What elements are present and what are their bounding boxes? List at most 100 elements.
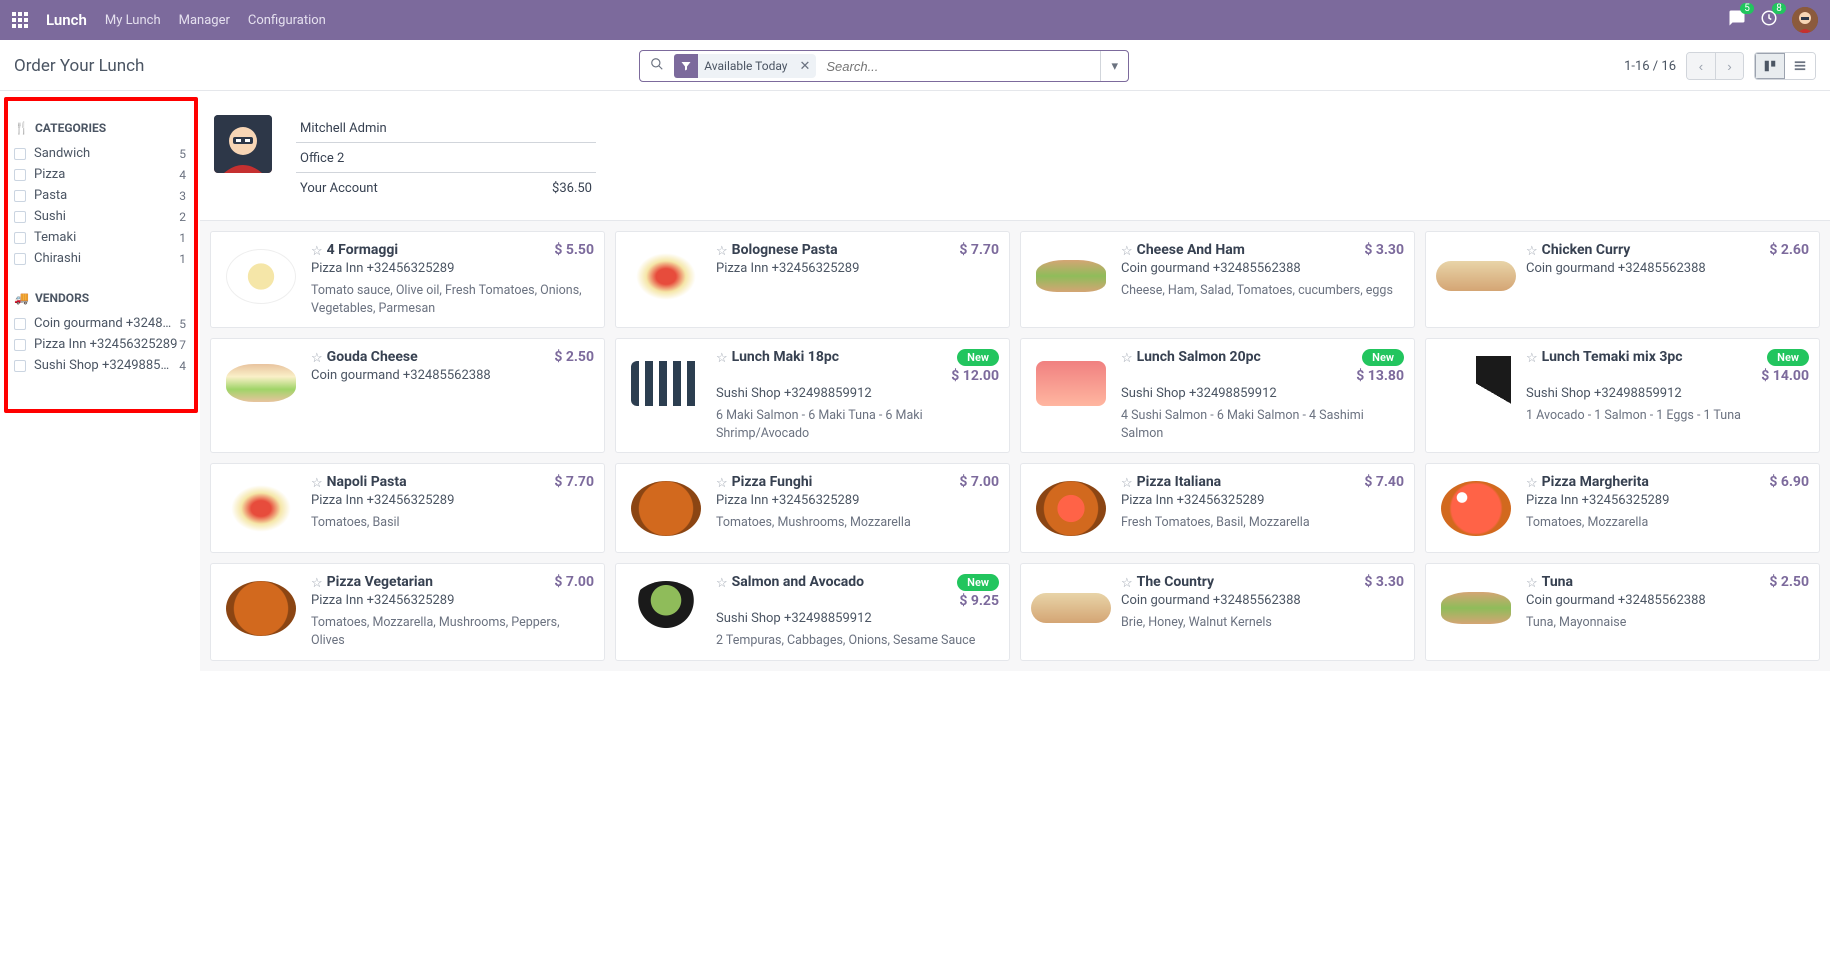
product-card[interactable]: ☆ The Country $ 3.30 Coin gourmand +3248… <box>1020 563 1415 661</box>
product-price: $ 3.30 <box>1364 574 1404 590</box>
nav-manager[interactable]: Manager <box>179 13 230 28</box>
vendor-item[interactable]: Pizza Inn +32456325289 7 <box>14 334 186 355</box>
category-item[interactable]: Pizza 4 <box>14 164 186 185</box>
vendor-item[interactable]: Coin gourmand +3248… 5 <box>14 313 186 334</box>
new-badge: New <box>1362 349 1404 366</box>
product-description: 2 Tempuras, Cabbages, Onions, Sesame Sau… <box>716 632 999 650</box>
star-icon[interactable]: ☆ <box>716 476 728 491</box>
product-image <box>626 574 706 642</box>
product-image <box>221 474 301 542</box>
star-icon[interactable]: ☆ <box>1526 476 1538 491</box>
star-icon[interactable]: ☆ <box>716 351 728 366</box>
checkbox[interactable] <box>14 190 26 202</box>
product-price: $ 7.40 <box>1364 474 1404 490</box>
product-card[interactable]: ☆ Cheese And Ham $ 3.30 Coin gourmand +3… <box>1020 231 1415 328</box>
product-card[interactable]: ☆ Pizza Margherita $ 6.90 Pizza Inn +324… <box>1425 463 1820 553</box>
product-description: 4 Sushi Salmon - 6 Maki Salmon - 4 Sashi… <box>1121 407 1404 442</box>
star-icon[interactable]: ☆ <box>311 576 323 591</box>
product-name: Lunch Temaki mix 3pc <box>1542 349 1760 365</box>
nav-my-lunch[interactable]: My Lunch <box>105 13 161 28</box>
user-avatar-menu[interactable] <box>1792 7 1818 33</box>
checkbox[interactable] <box>14 339 26 351</box>
star-icon[interactable]: ☆ <box>1526 576 1538 591</box>
checkbox[interactable] <box>14 169 26 181</box>
star-icon[interactable]: ☆ <box>716 576 728 591</box>
product-card[interactable]: ☆ Bolognese Pasta $ 7.70 Pizza Inn +3245… <box>615 231 1010 328</box>
category-item[interactable]: Chirashi 1 <box>14 248 186 269</box>
star-icon[interactable]: ☆ <box>1121 476 1133 491</box>
new-badge: New <box>1767 349 1809 366</box>
checkbox[interactable] <box>14 253 26 265</box>
product-card[interactable]: ☆ 4 Formaggi $ 5.50 Pizza Inn +324563252… <box>210 231 605 328</box>
view-kanban[interactable] <box>1755 53 1785 79</box>
nav-configuration[interactable]: Configuration <box>248 13 326 28</box>
product-card[interactable]: ☆ Lunch Maki 18pc New $ 12.00 Sushi Shop… <box>615 338 1010 453</box>
search-box[interactable]: Available Today ✕ ▾ <box>639 50 1129 82</box>
checkbox[interactable] <box>14 211 26 223</box>
product-card[interactable]: ☆ Napoli Pasta $ 7.70 Pizza Inn +3245632… <box>210 463 605 553</box>
checkbox[interactable] <box>14 232 26 244</box>
star-icon[interactable]: ☆ <box>311 476 323 491</box>
activity-icon[interactable]: 8 <box>1760 9 1778 31</box>
apps-icon[interactable] <box>12 12 28 28</box>
category-count: 3 <box>179 189 186 203</box>
search-input[interactable] <box>822 59 1100 74</box>
product-vendor: Sushi Shop +32498859912 <box>716 611 999 626</box>
star-icon[interactable]: ☆ <box>311 351 323 366</box>
vendor-item[interactable]: Sushi Shop +3249885… 4 <box>14 355 186 376</box>
category-item[interactable]: Pasta 3 <box>14 185 186 206</box>
product-price: $ 7.70 <box>959 242 999 258</box>
product-image <box>626 349 706 417</box>
product-card[interactable]: ☆ Pizza Vegetarian $ 7.00 Pizza Inn +324… <box>210 563 605 661</box>
product-price: $ 2.60 <box>1769 242 1809 258</box>
control-bar: Order Your Lunch Available Today ✕ ▾ 1-1… <box>0 40 1830 91</box>
category-count: 1 <box>179 252 186 266</box>
product-image <box>1436 349 1516 417</box>
product-description: Cheese, Ham, Salad, Tomatoes, cucumbers,… <box>1121 282 1404 300</box>
user-office-row[interactable]: Office 2 <box>296 145 596 173</box>
product-name: Chicken Curry <box>1542 242 1766 258</box>
product-name: Napoli Pasta <box>327 474 551 490</box>
star-icon[interactable]: ☆ <box>716 244 728 259</box>
user-name-row[interactable]: Mitchell Admin <box>296 115 596 143</box>
messages-icon[interactable]: 5 <box>1728 9 1746 31</box>
category-count: 2 <box>179 210 186 224</box>
product-name: Gouda Cheese <box>327 349 551 365</box>
star-icon[interactable]: ☆ <box>1121 576 1133 591</box>
user-account-row: Your Account $36.50 <box>296 175 596 202</box>
filter-chip-label: Available Today <box>698 59 793 73</box>
pager-prev[interactable]: ‹ <box>1687 53 1715 79</box>
filter-chip-remove[interactable]: ✕ <box>793 59 816 74</box>
product-name: Pizza Italiana <box>1137 474 1361 490</box>
category-item[interactable]: Sandwich 5 <box>14 143 186 164</box>
star-icon[interactable]: ☆ <box>1121 351 1133 366</box>
product-card[interactable]: ☆ Pizza Funghi $ 7.00 Pizza Inn +3245632… <box>615 463 1010 553</box>
category-item[interactable]: Temaki 1 <box>14 227 186 248</box>
product-name: The Country <box>1137 574 1361 590</box>
star-icon[interactable]: ☆ <box>311 244 323 259</box>
product-card[interactable]: ☆ Lunch Salmon 20pc New $ 13.80 Sushi Sh… <box>1020 338 1415 453</box>
product-card[interactable]: ☆ Chicken Curry $ 2.60 Coin gourmand +32… <box>1425 231 1820 328</box>
checkbox[interactable] <box>14 318 26 330</box>
product-price: $ 5.50 <box>554 242 594 258</box>
product-card[interactable]: ☆ Salmon and Avocado New $ 9.25 Sushi Sh… <box>615 563 1010 661</box>
star-icon[interactable]: ☆ <box>1526 244 1538 259</box>
product-card[interactable]: ☆ Lunch Temaki mix 3pc New $ 14.00 Sushi… <box>1425 338 1820 453</box>
product-card[interactable]: ☆ Gouda Cheese $ 2.50 Coin gourmand +324… <box>210 338 605 453</box>
star-icon[interactable]: ☆ <box>1121 244 1133 259</box>
category-count: 4 <box>179 168 186 182</box>
category-item[interactable]: Sushi 2 <box>14 206 186 227</box>
view-list[interactable] <box>1785 53 1815 79</box>
category-count: 1 <box>179 231 186 245</box>
product-name: 4 Formaggi <box>327 242 551 258</box>
category-label: Temaki <box>34 230 179 245</box>
checkbox[interactable] <box>14 360 26 372</box>
product-card[interactable]: ☆ Tuna $ 2.50 Coin gourmand +32485562388… <box>1425 563 1820 661</box>
pager-next[interactable]: › <box>1715 53 1743 79</box>
checkbox[interactable] <box>14 148 26 160</box>
category-label: Chirashi <box>34 251 179 266</box>
search-dropdown-toggle[interactable]: ▾ <box>1100 51 1128 81</box>
star-icon[interactable]: ☆ <box>1526 351 1538 366</box>
product-card[interactable]: ☆ Pizza Italiana $ 7.40 Pizza Inn +32456… <box>1020 463 1415 553</box>
product-description: Tomatoes, Mozzarella <box>1526 514 1809 532</box>
